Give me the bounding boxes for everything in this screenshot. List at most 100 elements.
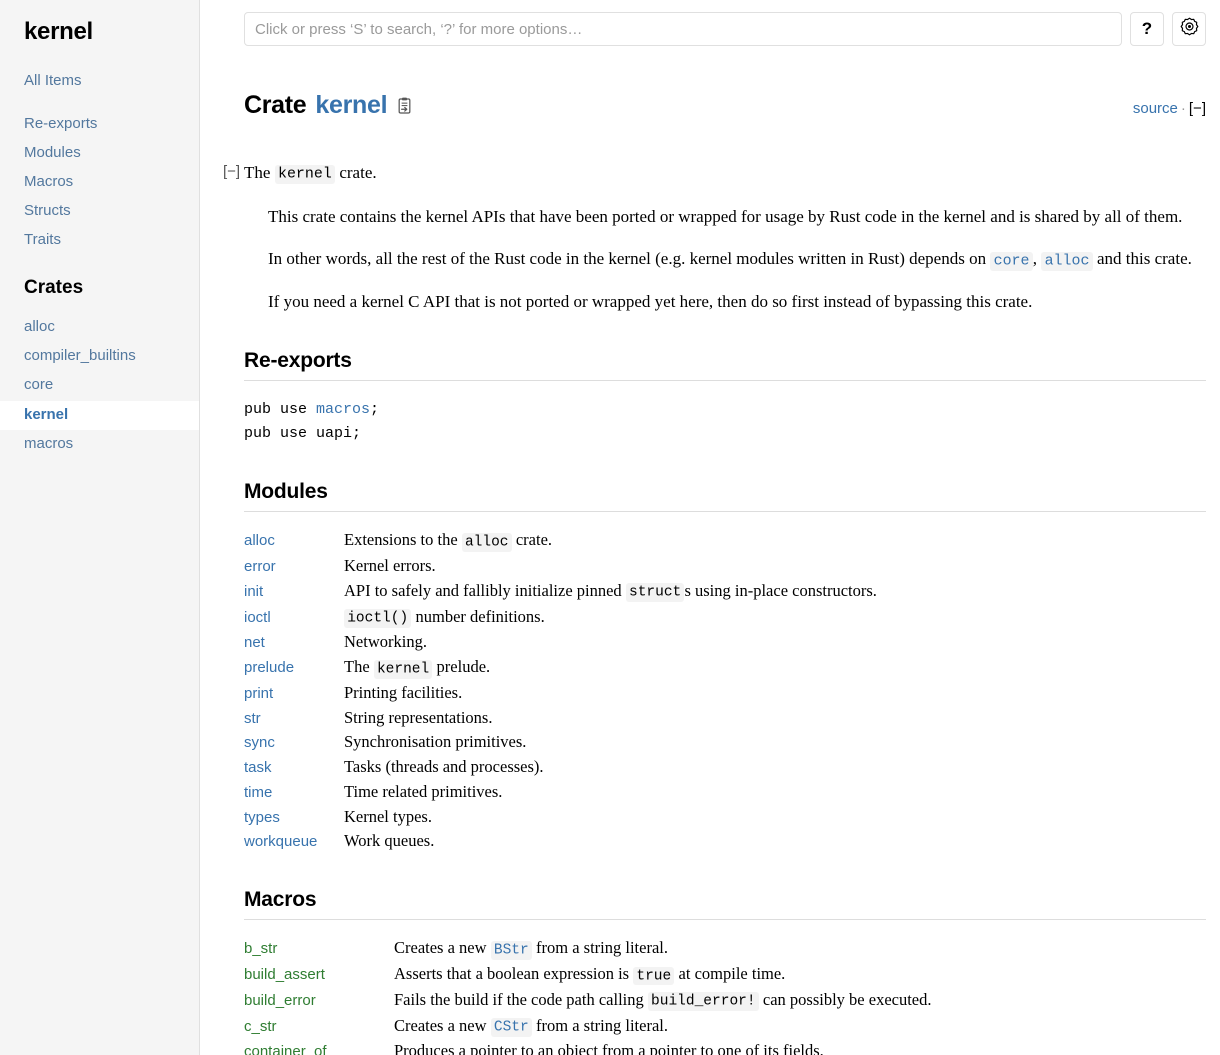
reexport-terminator: ; xyxy=(352,425,362,443)
macro-row: c_str Creates a new CStr from a string li… xyxy=(244,1014,1206,1040)
module-description: Extensions to the alloc crate. xyxy=(344,528,1206,554)
doc-p2-after: and this crate. xyxy=(1092,249,1192,269)
desc-code: kernel xyxy=(373,659,433,679)
page-title-crate-name: kernel xyxy=(315,90,388,119)
sidebar-item-modules[interactable]: Modules xyxy=(0,145,199,160)
reexport-name-macros[interactable]: macros xyxy=(316,401,370,418)
doc-link-core[interactable]: core xyxy=(990,251,1033,271)
macro-link-b_str[interactable]: b_str xyxy=(244,938,394,961)
module-row: ioctl ioctl() number definitions. xyxy=(244,605,1206,631)
sidebar-crate-title: kernel xyxy=(24,18,93,45)
desc-text: can possibly be executed. xyxy=(758,989,932,1009)
doc-intro-line: The kernel crate. xyxy=(244,161,1206,187)
sidebar-item-traits[interactable]: Traits xyxy=(0,232,199,247)
module-link-time[interactable]: time xyxy=(244,782,344,805)
desc-code-link[interactable]: BStr xyxy=(490,940,532,960)
sidebar-crate-kernel[interactable]: kernel xyxy=(0,400,199,430)
module-row: alloc Extensions to the alloc crate. xyxy=(244,528,1206,554)
module-link-prelude[interactable]: prelude xyxy=(244,657,344,680)
sidebar-item-re-exports[interactable]: Re-exports xyxy=(0,116,199,131)
sidebar-item-structs[interactable]: Structs xyxy=(0,203,199,218)
module-description: Time related primitives. xyxy=(344,780,1206,805)
clipboard-copy-icon xyxy=(396,93,413,122)
doc-p2-before: In other words, all the rest of the Rust… xyxy=(268,249,991,269)
module-link-types[interactable]: types xyxy=(244,807,344,830)
module-row: workqueue Work queues. xyxy=(244,829,1206,854)
module-description: Work queues. xyxy=(344,829,1206,854)
module-link-alloc[interactable]: alloc xyxy=(244,530,344,553)
desc-text: Kernel errors. xyxy=(344,556,436,576)
reexport-terminator: ; xyxy=(370,401,380,419)
module-description: The kernel prelude. xyxy=(344,655,1206,681)
desc-code-link[interactable]: CStr xyxy=(490,1018,532,1037)
module-description: Printing facilities. xyxy=(344,681,1206,706)
module-link-str[interactable]: str xyxy=(244,708,344,731)
module-link-net[interactable]: net xyxy=(244,632,344,655)
module-link-error[interactable]: error xyxy=(244,556,344,579)
page-title: Crate kernel xyxy=(244,91,413,120)
module-description: String representations. xyxy=(344,706,1206,731)
settings-button[interactable] xyxy=(1172,12,1206,46)
module-description: Networking. xyxy=(344,630,1206,655)
sidebar-crate-core[interactable]: core xyxy=(0,371,199,400)
macro-description: Asserts that a boolean expression is tru… xyxy=(394,962,1206,988)
sidebar-item-macros[interactable]: Macros xyxy=(0,174,199,189)
desc-text: Creates a new xyxy=(394,938,491,958)
desc-text: prelude. xyxy=(432,657,491,677)
macro-link-build_error[interactable]: build_error xyxy=(244,990,394,1013)
desc-text: Networking. xyxy=(344,632,427,652)
module-link-task[interactable]: task xyxy=(244,757,344,780)
module-link-ioctl[interactable]: ioctl xyxy=(244,607,344,630)
desc-text: Printing facilities. xyxy=(344,682,463,702)
desc-text: Extensions to the xyxy=(344,530,462,550)
source-link[interactable]: source xyxy=(1133,100,1178,117)
module-description: Kernel types. xyxy=(344,805,1206,830)
collapse-all-toggle[interactable]: [−] xyxy=(1189,100,1206,117)
module-description: Tasks (threads and processes). xyxy=(344,755,1206,780)
module-link-workqueue[interactable]: workqueue xyxy=(244,831,344,854)
module-row: sync Synchronisation primitives. xyxy=(244,730,1206,755)
desc-code: struct xyxy=(625,583,685,603)
desc-text: Fails the build if the code path calling xyxy=(394,989,648,1009)
doc-intro-prefix: The xyxy=(244,162,275,182)
sidebar-crate-compiler-builtins[interactable]: compiler_builtins xyxy=(0,342,199,371)
macro-description: Creates a new CStr from a string literal… xyxy=(394,1014,1206,1040)
desc-text: Tasks (threads and processes). xyxy=(344,757,544,777)
desc-text: The xyxy=(344,657,374,677)
search-input[interactable] xyxy=(244,12,1122,46)
module-link-sync[interactable]: sync xyxy=(244,732,344,755)
module-row: error Kernel errors. xyxy=(244,554,1206,579)
doc-intro-suffix: crate. xyxy=(335,162,377,182)
search-bar: ? xyxy=(244,12,1206,46)
sidebar-crate-alloc[interactable]: alloc xyxy=(0,313,199,342)
docblock-toggle[interactable]: [−] xyxy=(223,161,240,183)
macros-table: b_str Creates a new BStr from a string li… xyxy=(244,936,1206,1055)
macro-link-container_of[interactable]: container_of xyxy=(244,1041,394,1055)
desc-code: build_error! xyxy=(647,992,759,1012)
section-heading-modules: Modules xyxy=(244,480,1206,513)
macro-row: container_of Produces a pointer to an obj… xyxy=(244,1039,1206,1055)
page-title-kind: Crate xyxy=(244,90,307,119)
reexport-keywords: pub use xyxy=(244,401,317,419)
doc-link-alloc[interactable]: alloc xyxy=(1041,251,1093,271)
module-link-init[interactable]: init xyxy=(244,581,344,604)
module-row: task Tasks (threads and processes). xyxy=(244,755,1206,780)
docblock: The kernel crate. This crate contains th… xyxy=(244,161,1206,316)
sidebar: kernel All Items Re-exports Modules Macr… xyxy=(0,0,200,1055)
module-row: net Networking. xyxy=(244,630,1206,655)
sidebar-all-items-link[interactable]: All Items xyxy=(0,73,199,88)
main-content: ? Crate kernel xyxy=(200,0,1220,1055)
macro-link-build_assert[interactable]: build_assert xyxy=(244,964,394,987)
module-link-print[interactable]: print xyxy=(244,683,344,706)
macro-description: Produces a pointer to an object from a p… xyxy=(394,1039,1206,1055)
desc-text: API to safely and fallibly initialize pi… xyxy=(344,580,626,600)
help-button[interactable]: ? xyxy=(1130,12,1164,46)
docblock-wrapper: [−] The kernel crate. This crate contain… xyxy=(223,161,1206,316)
macro-link-c_str[interactable]: c_str xyxy=(244,1016,394,1039)
macro-description: Fails the build if the code path calling… xyxy=(394,988,1206,1014)
macro-row: build_error Fails the build if the code p… xyxy=(244,988,1206,1014)
desc-text: String representations. xyxy=(344,707,493,727)
doc-paragraph-1: This crate contains the kernel APIs that… xyxy=(268,207,1183,227)
sidebar-crate-macros[interactable]: macros xyxy=(0,430,199,459)
copy-path-button[interactable] xyxy=(396,93,413,122)
